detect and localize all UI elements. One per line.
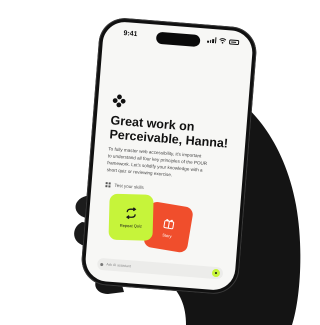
send-button[interactable] — [211, 268, 221, 278]
repeat-quiz-card[interactable]: Repeat Quiz — [108, 193, 154, 241]
send-icon — [214, 271, 218, 275]
photo-scene: 9:41 Great work on Perceivable, Hanna! T… — [0, 0, 313, 325]
assistant-bar-text: Ask AI assistant — [106, 262, 132, 269]
story-card-label: Story — [162, 231, 173, 239]
assistant-icon — [100, 262, 104, 266]
page-title: Great work on Perceivable, Hanna! — [109, 113, 241, 151]
repeat-quiz-card-label: Repeat Quiz — [119, 222, 143, 229]
status-time: 9:41 — [123, 30, 138, 39]
assistant-bar[interactable]: Ask AI assistant — [96, 257, 224, 280]
battery-icon — [228, 38, 240, 45]
signal-icon — [207, 37, 217, 44]
phone-screen: 9:41 Great work on Perceivable, Hanna! T… — [84, 20, 254, 292]
dynamic-island — [155, 31, 201, 48]
description: To fully master web accessibility, it's … — [106, 145, 240, 183]
wifi-icon — [219, 38, 227, 44]
app-logo-icon — [112, 94, 126, 108]
phone: 9:41 Great work on Perceivable, Hanna! T… — [79, 16, 259, 296]
grid-icon — [105, 182, 111, 188]
test-skills-label: Test your skills — [114, 182, 144, 191]
gift-icon — [163, 218, 175, 229]
repeat-icon — [126, 206, 137, 219]
status-icons — [207, 37, 240, 45]
test-skills-link[interactable]: Test your skills — [105, 182, 144, 190]
